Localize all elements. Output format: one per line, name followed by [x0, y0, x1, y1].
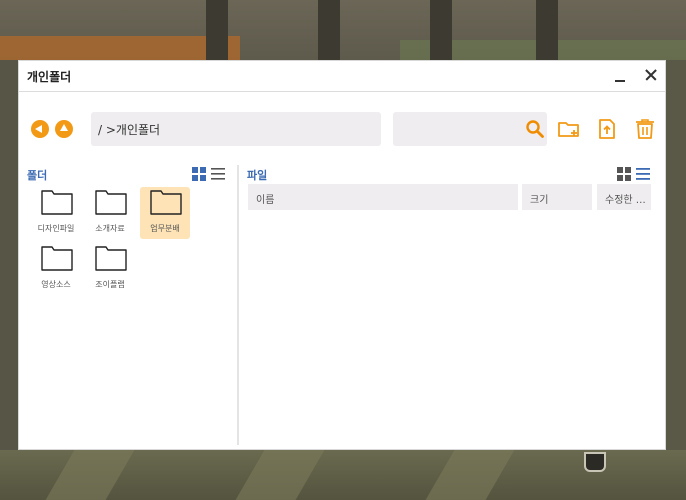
background-beam — [430, 0, 452, 60]
column-header-modified[interactable]: 수정한 … — [597, 184, 651, 210]
background-beam — [318, 0, 340, 60]
back-arrow-icon[interactable] — [31, 120, 49, 138]
breadcrumb: / >개인폴더 — [91, 112, 381, 146]
list-view-icon[interactable] — [636, 167, 650, 181]
up-arrow-icon[interactable] — [55, 120, 73, 138]
new-folder-icon[interactable] — [557, 117, 581, 141]
folder-item[interactable]: 조이플랩 — [85, 243, 135, 295]
trash-icon[interactable] — [633, 117, 657, 141]
breadcrumb-path: / >개인폴더 — [98, 123, 161, 137]
folder-panel-title: 폴더 — [27, 169, 48, 182]
background-beam — [536, 0, 558, 60]
folder-label: 영상소스 — [41, 280, 71, 289]
title-bar: 개인폴더 — [19, 61, 665, 92]
background-orange-strip — [0, 36, 240, 60]
minimize-button[interactable] — [613, 69, 629, 85]
search-input[interactable] — [393, 112, 547, 146]
window-title: 개인폴더 — [27, 70, 72, 84]
coffee-cup-icon — [584, 452, 606, 472]
column-header-size[interactable]: 크기 — [522, 184, 592, 210]
folder-label: 업무분배 — [150, 224, 180, 233]
column-header-name[interactable]: 이름 — [248, 184, 518, 210]
folder-icon — [95, 246, 127, 271]
folder-label: 조이플랩 — [95, 280, 125, 289]
list-view-icon[interactable] — [211, 167, 225, 181]
folder-item[interactable]: 디자인파일 — [31, 187, 81, 239]
folder-label: 소개자료 — [95, 224, 125, 233]
close-button[interactable] — [643, 67, 659, 83]
folder-icon — [41, 246, 73, 271]
folder-item[interactable]: 소개자료 — [85, 187, 135, 239]
file-manager-window: 개인폴더 / >개인폴더 폴더 디자인파일 소개자료 업무분배 영상소스 조이플… — [18, 60, 666, 450]
folder-item[interactable]: 영상소스 — [31, 243, 81, 295]
grid-view-icon[interactable] — [617, 167, 631, 181]
file-panel-title: 파일 — [247, 169, 268, 182]
folder-icon — [150, 190, 182, 215]
background-left-edge — [0, 60, 18, 450]
panel-divider[interactable] — [237, 165, 239, 445]
background-beam — [206, 0, 228, 60]
folder-icon — [95, 190, 127, 215]
folder-icon — [41, 190, 73, 215]
search-icon[interactable] — [525, 119, 545, 139]
upload-icon[interactable] — [595, 117, 619, 141]
background-right-edge — [666, 60, 686, 450]
folder-item-selected[interactable]: 업무분배 — [140, 187, 190, 239]
folder-label: 디자인파일 — [37, 224, 75, 233]
grid-view-icon[interactable] — [192, 167, 206, 181]
